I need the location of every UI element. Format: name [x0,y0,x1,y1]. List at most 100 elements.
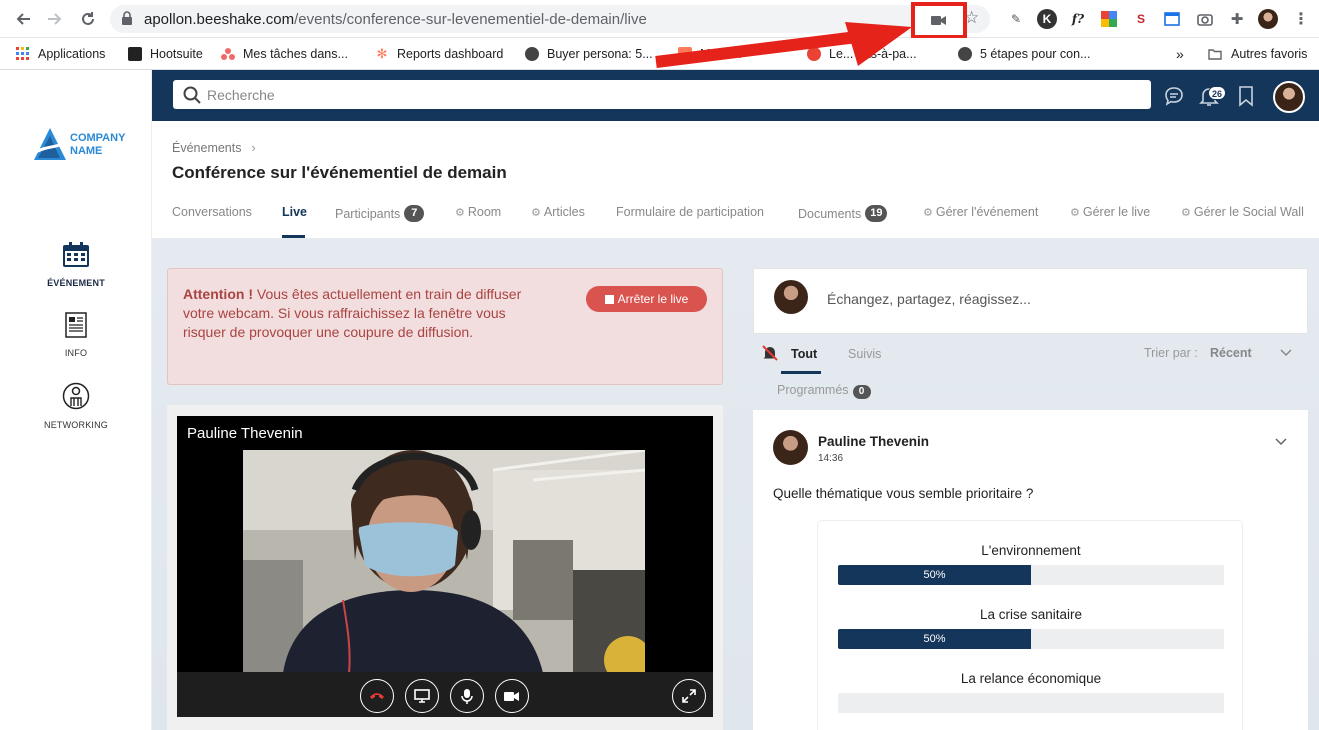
poll-post: Pauline Thevenin 14:36 Quelle thématique… [753,410,1308,730]
notifications-off-icon[interactable] [761,344,779,362]
search-input[interactable] [207,80,1137,109]
gear-icon: ⚙ [455,206,465,219]
calendar-icon [63,242,89,267]
speaker-name: Pauline Thevenin [187,425,303,442]
poll-percent: 0% [840,697,856,709]
poll-percent: 50% [923,569,946,581]
poll-option-bar[interactable]: 50% [838,629,1224,649]
extension-k-icon[interactable]: K [1037,9,1057,29]
app-sidebar: COMPANY NAME ÉVÉNEMENT INFO NETWORKING [0,70,152,730]
chat-bubble-icon[interactable] [1162,84,1186,108]
count-badge: 7 [404,205,425,222]
asana-icon [221,48,235,60]
bookmark-reports-dashboard[interactable]: ✻ Reports dashboard [375,44,504,64]
extension-google-icon[interactable] [1099,9,1119,29]
screen-share-icon [414,689,430,703]
tab-gerer-evenement[interactable]: ⚙ Gérer l'événement [923,205,1038,219]
apps-grid-icon [16,47,29,60]
event-header: Événements › Conférence sur l'événementie… [152,121,1319,238]
tab-participants[interactable]: Participants 7 [335,205,425,222]
post-author[interactable]: Pauline Thevenin [818,434,929,449]
reload-icon[interactable] [77,8,99,30]
lock-icon [122,11,132,25]
forward-arrow-icon[interactable] [44,8,66,30]
active-filter-indicator [781,371,821,374]
poll-question: Quelle thématique vous semble prioritair… [773,486,1034,501]
tab-formulaire[interactable]: Formulaire de participation [616,205,764,219]
bookmarks-overflow-button[interactable]: » [1176,44,1184,64]
sidebar-item-networking[interactable]: NETWORKING [0,382,152,431]
fullscreen-button[interactable] [672,679,706,713]
video-controls-bar [177,672,713,717]
webcam-video: Pauline Thevenin [177,416,713,717]
microphone-button[interactable] [450,679,484,713]
tab-room[interactable]: ⚙ Room [455,205,501,219]
document-icon [65,312,87,338]
search-box [173,80,1151,109]
poll-option-label: La relance économique [960,671,1102,686]
kebab-menu-icon[interactable]: ⋮ [1291,9,1311,29]
globe-icon [958,47,972,61]
bookmark-5-etapes[interactable]: 5 étapes pour con... [958,44,1091,64]
extension-seo-icon[interactable]: S [1131,9,1151,29]
poll-options: L'environnement 50% La crise sanitaire 5… [817,520,1243,730]
sort-select[interactable]: Récent [1210,346,1252,360]
gear-icon: ⚙ [1070,206,1080,219]
avatar [773,430,808,465]
other-bookmarks-folder[interactable]: Autres favoris [1207,44,1307,64]
hangup-button[interactable] [360,679,394,713]
tab-live[interactable]: Live [282,205,307,219]
compose-box[interactable]: Échangez, partagez, réagissez... [753,268,1308,334]
filter-tab-scheduled[interactable]: Programmés 0 [777,383,871,399]
avatar [774,280,808,314]
hangup-icon [370,693,384,699]
compose-placeholder: Échangez, partagez, réagissez... [827,291,1031,307]
stop-square-icon [604,294,614,304]
screenshot-camera-icon[interactable] [1195,9,1215,29]
tab-conversations[interactable]: Conversations [172,205,252,219]
gear-icon: ⚙ [1181,206,1191,219]
page-title: Conférence sur l'événementiel de demain [172,163,507,182]
chevron-down-icon[interactable] [1275,436,1287,446]
video-camera-icon [931,16,946,25]
url-text: apollon.beeshake.com/events/conference-s… [144,11,647,28]
sidebar-item-evenement[interactable]: ÉVÉNEMENT [0,242,152,289]
bookmark-buyer-persona[interactable]: Buyer persona: 5... [525,44,653,64]
back-arrow-icon[interactable] [12,8,34,30]
tab-documents[interactable]: Documents 19 [798,205,888,222]
filter-tab-followed[interactable]: Suivis [848,347,881,361]
bookmark-hootsuite[interactable]: Hootsuite [128,44,203,64]
bookmark-asana[interactable]: Mes tâches dans... [221,44,348,64]
camera-icon [504,691,519,701]
tab-gerer-live[interactable]: ⚙ Gérer le live [1070,205,1150,219]
poll-option-bar[interactable]: 0% [838,693,1224,713]
count-badge: 19 [865,205,888,222]
stop-live-button[interactable]: Arrêter le live [586,286,707,312]
bookmark-star-icon[interactable]: ☆ [964,8,979,28]
globe-icon [525,47,539,61]
poll-option-label: La crise sanitaire [979,607,1083,622]
camera-button[interactable] [495,679,529,713]
hootsuite-icon [128,47,142,61]
gear-icon: ⚙ [531,206,541,219]
sidebar-item-info[interactable]: INFO [0,312,152,359]
extensions-puzzle-icon[interactable]: ✚ [1227,9,1247,29]
breadcrumb-evenements[interactable]: Événements [172,141,241,155]
poll-option-bar[interactable]: 50% [838,565,1224,585]
webcam-feed-image [243,450,645,673]
bookmark-applications[interactable]: Applications [16,44,105,64]
chevron-down-icon[interactable] [1280,347,1292,357]
tab-articles[interactable]: ⚙ Articles [531,205,585,219]
extension-font-icon[interactable]: f? [1068,9,1088,29]
profile-avatar[interactable] [1258,9,1278,29]
bookmark-icon[interactable] [1234,84,1258,108]
user-avatar[interactable] [1273,81,1305,113]
extension-eyedropper-icon[interactable]: ✎ [1006,9,1026,29]
company-name: COMPANY NAME [70,132,126,157]
count-badge: 0 [852,385,871,399]
tab-gerer-social-wall[interactable]: ⚙ Gérer le Social Wall [1181,205,1304,219]
screen-share-button[interactable] [405,679,439,713]
filter-tab-all[interactable]: Tout [791,347,817,361]
extension-window-icon[interactable] [1162,9,1182,29]
folder-icon [1208,49,1222,60]
